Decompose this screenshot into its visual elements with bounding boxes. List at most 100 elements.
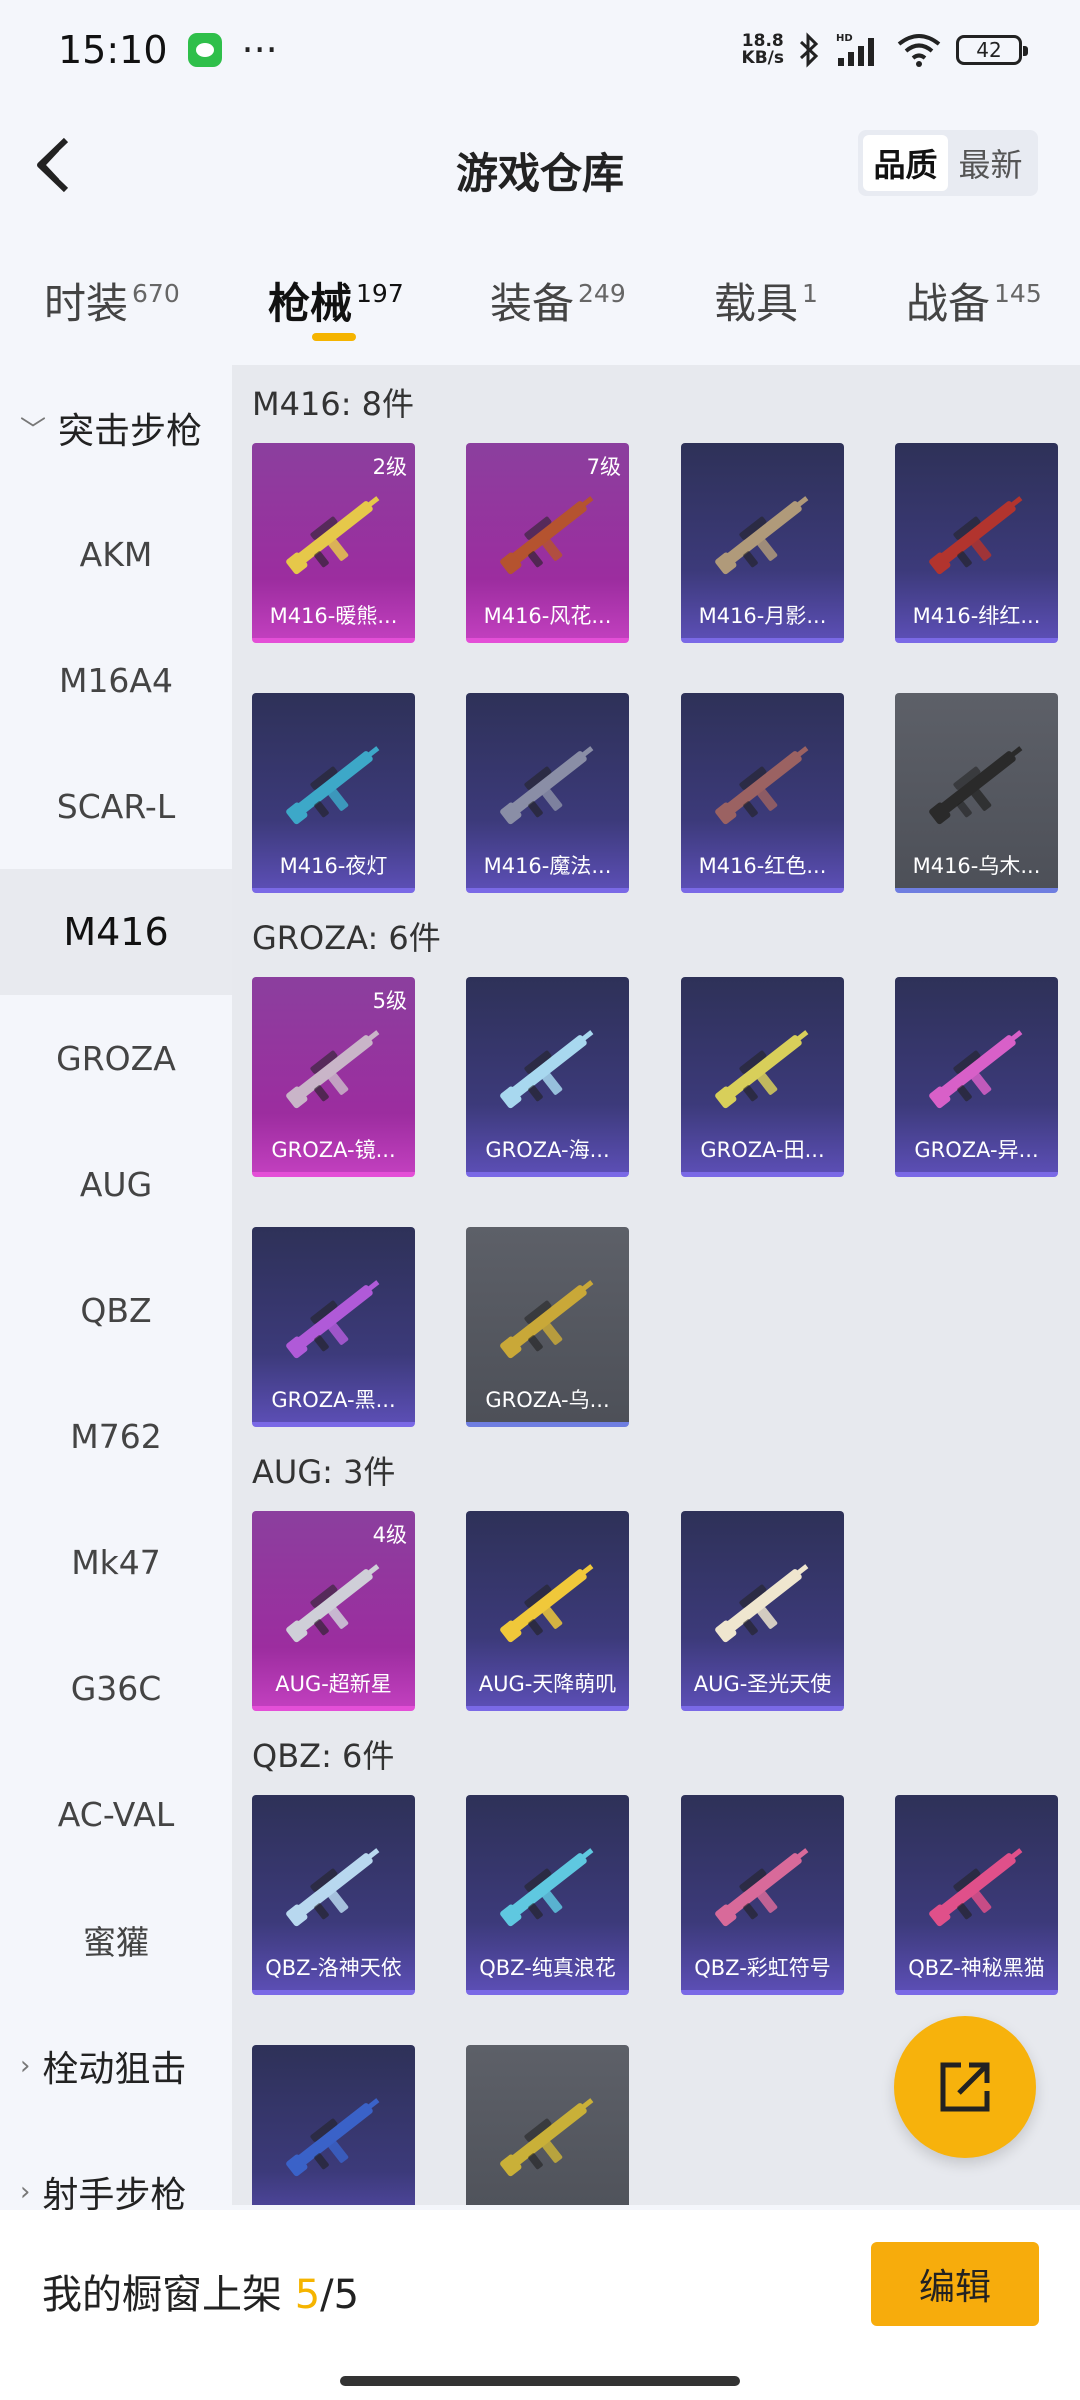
section-title-groza: GROZA: 6件 [252,919,441,957]
weapon-skin-card[interactable]: QBZ-神秘黑猫 [895,1795,1058,1995]
status-time: 15:10 [58,28,168,72]
sidebar-group-bolt-action[interactable]: › 栓动狙击 [0,2003,232,2129]
weapon-skin-image [500,2098,594,2177]
weapon-skin-card[interactable]: QBZ-彩虹符号 [681,1795,844,1995]
sidebar-item-m16a4[interactable]: M16A4 [0,617,232,743]
weapon-skin-card[interactable]: 2级 M416-暖熊... [252,443,415,643]
skin-name: GROZA-田... [700,1138,825,1162]
sidebar-group-marksman[interactable]: › 射手步枪 [0,2129,232,2215]
weapon-skin-card[interactable]: GROZA-异... [895,977,1058,1177]
weapon-skin-grid: M416: 8件 2级 M416-暖熊... 7级 M416-风花... M416-… [232,365,1080,2205]
tab-fashion[interactable]: 时装 670 [44,270,180,331]
weapon-skin-card[interactable]: QBZ-纯真浪花 [466,1795,629,1995]
skin-level-badge: 7级 [586,455,621,479]
skin-name: M416-绯红... [912,604,1041,628]
weapon-skin-card[interactable]: GROZA-海... [466,977,629,1177]
weapon-skin-image [286,746,380,825]
weapon-skin-image [715,496,809,575]
weapon-category-sidebar: ﹀ 突击步枪 AKM M16A4 SCAR-L M416 GROZA AUG QB… [0,365,232,2215]
share-button[interactable] [894,2016,1036,2158]
section-title-m416: M416: 8件 [252,385,415,423]
sidebar-item-akm[interactable]: AKM [0,491,232,617]
weapon-skin-image [286,1030,380,1109]
skin-name: AUG-圣光天使 [693,1672,832,1696]
weapon-skin-card[interactable]: M416-绯红... [895,443,1058,643]
sidebar-group-assault-rifles[interactable]: ﹀ 突击步枪 [0,365,232,491]
showcase-bar: 我的橱窗上架 5/5 编辑 [0,2210,1080,2400]
home-indicator[interactable] [340,2376,740,2386]
weapon-skin-image [929,1030,1023,1109]
weapon-skin-card[interactable]: GROZA-田... [681,977,844,1177]
battery-icon: 42 [956,35,1028,65]
skin-name: M416-红色... [698,854,827,878]
sidebar-item-groza[interactable]: GROZA [0,995,232,1121]
skin-name: M416-暖熊... [269,604,398,628]
weapon-skin-card[interactable]: M416-夜灯 [252,693,415,893]
sidebar-item-m762[interactable]: M762 [0,1373,232,1499]
section-title-aug: AUG: 3件 [252,1453,396,1491]
active-tab-indicator [312,333,356,341]
skin-name: AUG-天降萌叽 [478,1672,617,1696]
sidebar-item-aug[interactable]: AUG [0,1121,232,1247]
sidebar-item-mk47[interactable]: Mk47 [0,1499,232,1625]
tab-equipment[interactable]: 装备 249 [490,270,626,331]
sidebar-item-qbz[interactable]: QBZ [0,1247,232,1373]
skin-name: GROZA-异... [914,1138,1039,1162]
tab-supplies[interactable]: 战备 145 [906,270,1042,331]
weapon-skin-image [286,1564,380,1643]
sort-toggle[interactable]: 品质 最新 [858,130,1038,196]
chevron-right-icon: › [20,2051,31,2081]
weapon-skin-card[interactable]: 5级 GROZA-镜... [252,977,415,1177]
skin-level-badge: 5级 [372,989,407,1013]
more-notifications-icon: ··· [241,28,278,72]
edit-button[interactable]: 编辑 [871,2242,1039,2326]
weapon-skin-card[interactable]: AUG-圣光天使 [681,1511,844,1711]
weapon-skin-card[interactable]: 4级 AUG-超新星 [252,1511,415,1711]
weapon-skin-image [286,496,380,575]
weapon-skin-card[interactable]: M416-红色... [681,693,844,893]
header: 游戏仓库 品质 最新 [0,110,1080,220]
skin-name: GROZA-黑... [271,1388,396,1412]
weapon-skin-card[interactable]: 7级 M416-风花... [466,443,629,643]
weapon-skin-image [500,1280,594,1359]
weapon-skin-card[interactable]: M416-魔法... [466,693,629,893]
skin-name: AUG-超新星 [275,1672,392,1696]
skin-name: M416-夜灯 [279,854,388,878]
weapon-skin-card[interactable]: QBZ-洛神天依 [252,1795,415,1995]
weapon-skin-image [500,1564,594,1643]
skin-name: M416-乌木... [912,854,1041,878]
weapon-skin-card[interactable]: GROZA-乌... [466,1227,629,1427]
chevron-down-icon: ﹀ [20,415,47,446]
sidebar-item-honey-badger[interactable]: 蜜獾 [0,1877,232,2003]
weapon-skin-card[interactable]: AUG-天降萌叽 [466,1511,629,1711]
signal-icon: HD [836,33,874,66]
share-export-icon [940,2062,990,2112]
tab-vehicles[interactable]: 载具 1 [714,270,818,331]
sidebar-item-m416[interactable]: M416 [0,869,232,995]
sidebar-item-scar-l[interactable]: SCAR-L [0,743,232,869]
weapon-skin-image [715,1848,809,1927]
sidebar-item-ac-val[interactable]: AC-VAL [0,1751,232,1877]
skin-name: QBZ-彩虹符号 [694,1956,831,1980]
sidebar-item-g36c[interactable]: G36C [0,1625,232,1751]
weapon-skin-image [715,746,809,825]
weapon-skin-image [500,746,594,825]
weapon-skin-image [286,2098,380,2177]
tab-firearms[interactable]: 枪械 197 [268,270,404,331]
weapon-skin-image [929,746,1023,825]
weapon-skin-card[interactable]: M416-月影... [681,443,844,643]
weapon-skin-image [500,496,594,575]
weapon-skin-image [929,496,1023,575]
weapon-skin-card[interactable]: GROZA-黑... [252,1227,415,1427]
weapon-skin-card[interactable] [252,2045,415,2205]
sort-option-quality[interactable]: 品质 [863,135,948,191]
sort-option-newest[interactable]: 最新 [948,135,1033,191]
wechat-icon [187,33,222,67]
skin-name: M416-风花... [483,604,612,628]
weapon-skin-card[interactable]: M416-乌木... [895,693,1058,893]
weapon-skin-image [929,1848,1023,1927]
skin-level-badge: 4级 [372,1523,407,1547]
section-title-qbz: QBZ: 6件 [252,1737,395,1775]
svg-text:HD: HD [836,33,853,44]
weapon-skin-card[interactable] [466,2045,629,2205]
